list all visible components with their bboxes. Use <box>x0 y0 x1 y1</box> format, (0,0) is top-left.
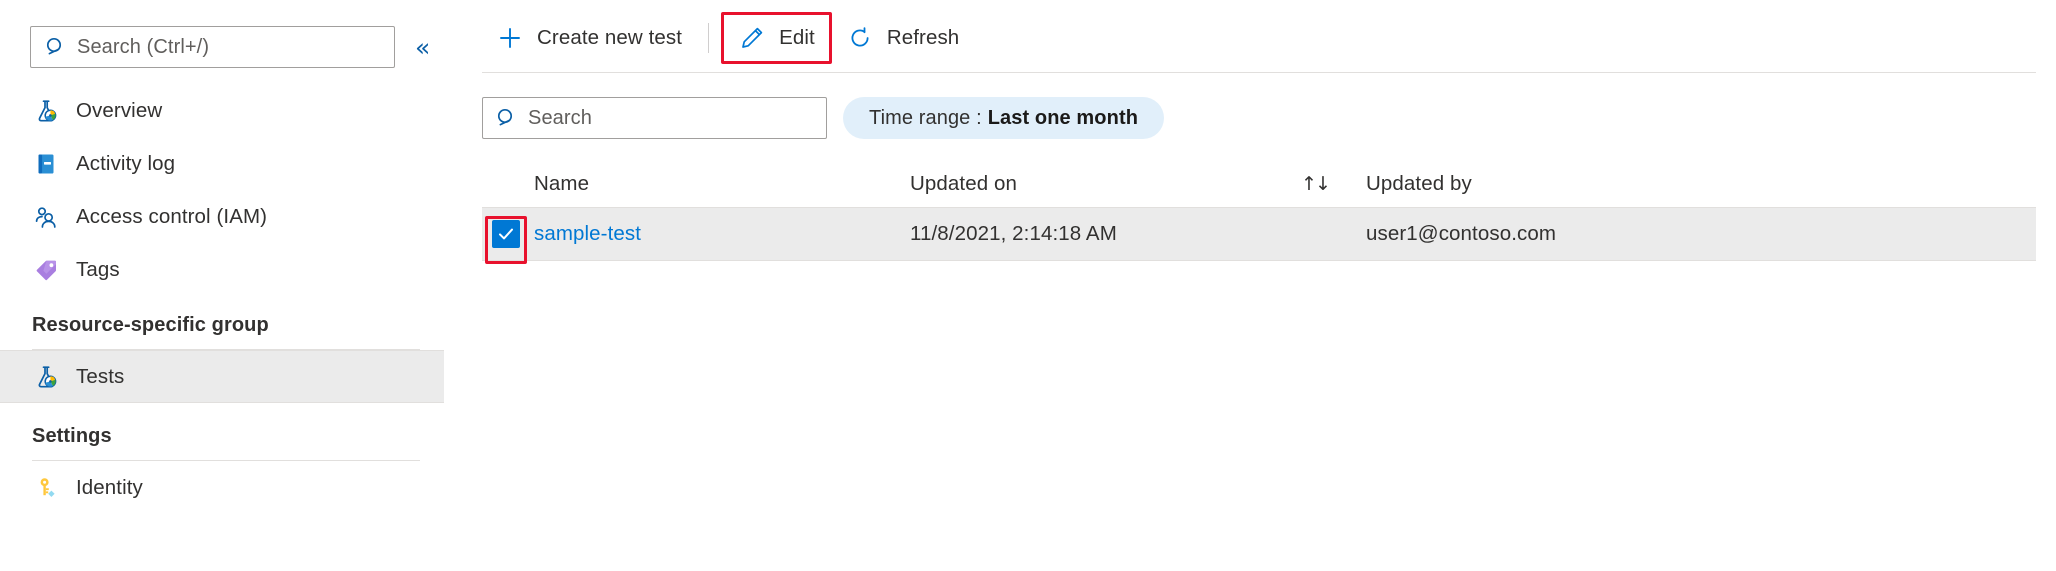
flask-gauge-icon <box>32 363 60 391</box>
sidebar-item-label: Activity log <box>76 151 176 175</box>
sidebar-group-settings: Settings <box>0 425 444 461</box>
updated-by-value: user1@contoso.com <box>1366 222 1557 245</box>
updated-on-value: 11/8/2021, 2:14:18 AM <box>910 222 1117 245</box>
table-header-row: Name Updated on ↑↓ Updated by <box>482 161 2036 207</box>
left-navigation-sidebar: Search (Ctrl+/) « Overview Activity log … <box>0 0 444 571</box>
sidebar-group-resource-specific: Resource-specific group <box>0 314 444 350</box>
column-header-updated-by[interactable]: Updated by <box>1329 172 2036 196</box>
sidebar-item-overview[interactable]: Overview <box>0 84 444 137</box>
table-search-placeholder: Search <box>528 106 592 129</box>
cell-updated-by: user1@contoso.com <box>1329 222 2036 246</box>
sidebar-group-title: Settings <box>32 425 112 447</box>
sidebar-item-activity-log[interactable]: Activity log <box>0 137 444 190</box>
test-name-link[interactable]: sample-test <box>534 222 641 245</box>
chevron-double-left-icon[interactable]: « <box>415 35 430 60</box>
plus-icon <box>496 24 524 52</box>
table-search-input[interactable]: Search <box>482 97 827 139</box>
key-icon <box>32 474 60 502</box>
refresh-button[interactable]: Refresh <box>832 14 973 62</box>
row-select-cell <box>482 216 530 264</box>
command-bar-separator <box>708 23 710 53</box>
create-new-test-button[interactable]: Create new test <box>482 14 696 62</box>
azure-portal-resource-blade: Search (Ctrl+/) « Overview Activity log … <box>0 0 2056 571</box>
sidebar-group-title: Resource-specific group <box>32 314 269 336</box>
pencil-icon <box>738 24 766 52</box>
people-icon <box>32 203 60 231</box>
sidebar-item-label: Overview <box>76 98 163 122</box>
sidebar-item-label: Access control (IAM) <box>76 204 268 228</box>
sidebar-search-placeholder: Search (Ctrl+/) <box>77 35 210 58</box>
sidebar-item-label: Tags <box>76 257 120 281</box>
row-checkbox[interactable] <box>492 220 520 248</box>
command-bar: Create new test Edit Refresh <box>482 0 2056 72</box>
sidebar-item-label: Identity <box>76 475 143 499</box>
checkmark-icon <box>499 228 513 240</box>
tests-table: Name Updated on ↑↓ Updated by sample-tes… <box>482 161 2036 264</box>
sort-toggle-updated-on[interactable]: ↑↓ <box>1293 173 1331 195</box>
time-range-value: Last one month <box>987 106 1139 129</box>
column-header-name-label: Name <box>534 172 590 195</box>
create-new-test-label: Create new test <box>537 26 683 49</box>
column-header-updated-on-label: Updated on <box>910 172 1018 195</box>
sidebar-item-tests[interactable]: Tests <box>0 350 444 403</box>
sidebar-item-label: Tests <box>76 364 125 388</box>
refresh-circle-icon <box>846 24 874 52</box>
column-header-name[interactable]: Name <box>530 172 910 196</box>
time-range-filter[interactable]: Time range : Last one month <box>843 97 1165 139</box>
main-content: Create new test Edit Refresh Search Time… <box>444 0 2056 571</box>
cell-name: sample-test <box>530 222 910 246</box>
table-row[interactable]: sample-test 11/8/2021, 2:14:18 AM user1@… <box>482 207 2036 264</box>
edit-button[interactable]: Edit <box>721 12 832 64</box>
sidebar-search-row: Search (Ctrl+/) « <box>0 0 444 68</box>
command-bar-divider <box>482 72 2036 73</box>
refresh-label: Refresh <box>886 26 960 49</box>
sidebar-item-tags[interactable]: Tags <box>0 243 444 296</box>
time-range-label: Time range : <box>869 106 982 129</box>
book-icon <box>32 150 60 178</box>
sort-arrows-icon: ↑↓ <box>1301 173 1331 195</box>
tag-icon <box>32 256 60 284</box>
sidebar-nav-list: Overview Activity log Access control (IA… <box>0 84 444 514</box>
sidebar-item-access-control[interactable]: Access control (IAM) <box>0 190 444 243</box>
search-icon <box>45 36 67 58</box>
cell-updated-on: 11/8/2021, 2:14:18 AM <box>910 222 1293 246</box>
search-icon <box>496 107 518 129</box>
sidebar-item-identity[interactable]: Identity <box>0 461 444 514</box>
column-header-updated-on[interactable]: Updated on <box>910 172 1293 196</box>
sidebar-search-box[interactable]: Search (Ctrl+/) <box>30 26 395 68</box>
flask-gauge-icon <box>32 97 60 125</box>
column-header-updated-by-label: Updated by <box>1366 172 1472 195</box>
edit-label: Edit <box>779 26 815 49</box>
filter-bar: Search Time range : Last one month <box>482 97 2056 139</box>
